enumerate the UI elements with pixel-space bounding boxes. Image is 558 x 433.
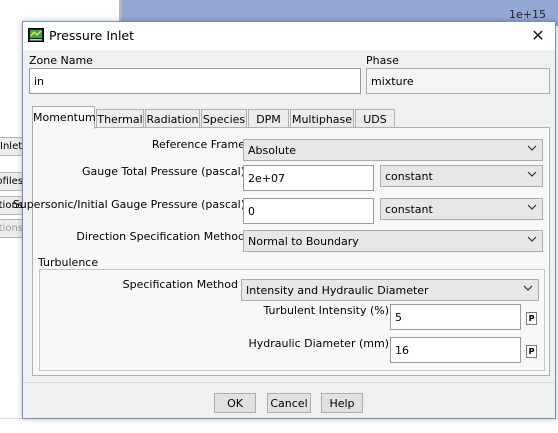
- supersonic-pressure-label: Supersonic/Initial Gauge Pressure (pasca…: [12, 198, 245, 211]
- supersonic-pressure-method-value: constant: [385, 203, 433, 216]
- chevron-down-icon: [527, 236, 537, 242]
- direction-method-value: Normal to Boundary: [248, 235, 359, 248]
- close-button[interactable]: ✕: [525, 25, 551, 47]
- turbulent-intensity-field[interactable]: 5: [390, 304, 521, 330]
- gauge-total-pressure-label: Gauge Total Pressure (pascal): [81, 165, 245, 178]
- reference-frame-dropdown[interactable]: Absolute: [243, 139, 543, 161]
- gauge-total-pressure-field[interactable]: 2e+07: [243, 165, 374, 191]
- cancel-button[interactable]: Cancel: [267, 393, 311, 413]
- tab-multiphase[interactable]: Multiphase: [290, 109, 354, 128]
- close-icon: ✕: [531, 26, 545, 45]
- turbulence-group-label: Turbulence: [38, 256, 99, 269]
- hydraulic-diameter-parameter-button[interactable]: P: [526, 345, 537, 358]
- supersonic-pressure-field[interactable]: 0: [243, 198, 374, 224]
- specification-method-label: Specification Method: [122, 278, 238, 291]
- dialog-title: Pressure Inlet: [49, 28, 135, 43]
- chevron-down-icon: [527, 171, 537, 177]
- hydraulic-diameter-label: Hydraulic Diameter (mm): [248, 337, 389, 350]
- background-scale-label: 1e+15: [509, 8, 546, 21]
- supersonic-pressure-method-dropdown[interactable]: constant: [380, 198, 543, 220]
- gauge-total-pressure-method-value: constant: [385, 170, 433, 183]
- tab-thermal[interactable]: Thermal: [96, 109, 144, 128]
- background-bottom-area: [0, 418, 558, 433]
- gauge-total-pressure-method-dropdown[interactable]: constant: [380, 165, 543, 187]
- phase-field: mixture: [366, 68, 550, 94]
- specification-method-dropdown[interactable]: Intensity and Hydraulic Diameter: [241, 279, 539, 301]
- background-button-conditions-disabled: Conditions: [0, 219, 24, 238]
- reference-frame-label: Reference Frame: [151, 138, 245, 151]
- turbulent-intensity-parameter-button[interactable]: P: [526, 312, 537, 325]
- reference-frame-value: Absolute: [248, 144, 297, 157]
- footer-divider: [23, 382, 555, 383]
- hydraulic-diameter-field[interactable]: 16: [390, 337, 521, 363]
- phase-label: Phase: [366, 54, 399, 67]
- fluent-app-icon: [28, 28, 44, 42]
- turbulence-group: Specification Method Intensity and Hydra…: [39, 269, 545, 371]
- chevron-down-icon: [523, 285, 533, 291]
- zone-name-field[interactable]: in: [29, 68, 361, 94]
- direction-method-dropdown[interactable]: Normal to Boundary: [243, 230, 543, 252]
- chevron-down-icon: [527, 204, 537, 210]
- ok-button[interactable]: OK: [214, 393, 256, 413]
- pressure-inlet-dialog: Pressure Inlet ✕ Zone Name in Phase mixt…: [13, 21, 556, 419]
- background-button-profiles[interactable]: Profiles: [0, 172, 24, 191]
- tab-species[interactable]: Species: [201, 109, 247, 128]
- help-button[interactable]: Help: [321, 393, 363, 413]
- tab-dpm[interactable]: DPM: [248, 109, 289, 128]
- zone-name-label: Zone Name: [29, 54, 93, 67]
- turbulent-intensity-label: Turbulent Intensity (%): [263, 304, 389, 317]
- chevron-down-icon: [527, 145, 537, 151]
- background-button-inlet[interactable]: Inlet: [0, 137, 24, 156]
- tab-radiation[interactable]: Radiation: [145, 109, 200, 128]
- momentum-panel: Reference Frame Absolute Gauge Total Pre…: [13, 127, 550, 376]
- dialog-titlebar[interactable]: Pressure Inlet ✕: [23, 22, 555, 50]
- tab-uds[interactable]: UDS: [355, 109, 395, 128]
- tab-momentum[interactable]: Momentum: [32, 106, 96, 129]
- specification-method-value: Intensity and Hydraulic Diameter: [246, 284, 429, 297]
- direction-method-label: Direction Specification Method: [76, 230, 245, 243]
